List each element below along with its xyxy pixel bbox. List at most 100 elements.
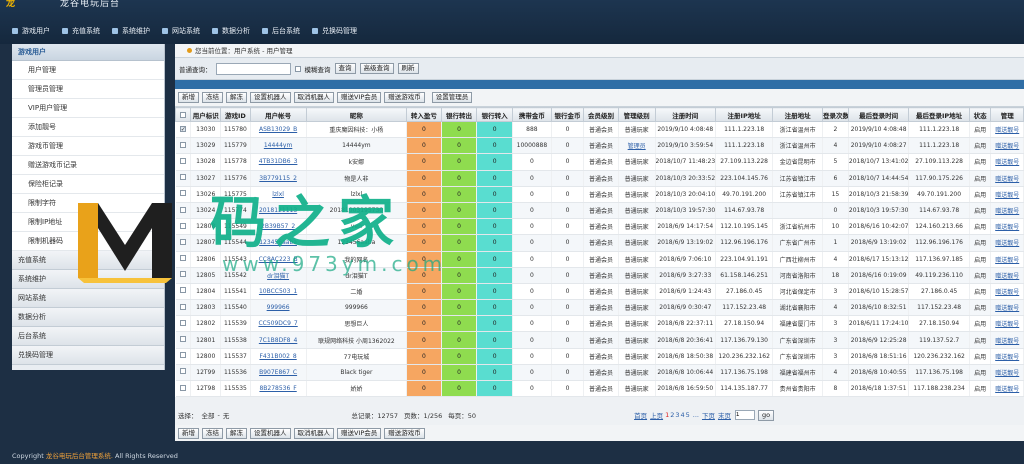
next-page-link[interactable]: 下页 [702,410,715,420]
top-nav-item[interactable]: 数据分析 [212,25,250,37]
table-cell[interactable]: 赠送靓号 [990,218,1024,236]
last-page-link[interactable]: 末页 [718,410,731,420]
first-page-link[interactable]: 首页 [634,410,647,420]
sidebar-item[interactable]: 添加靓号 [12,118,164,137]
page-jump-input[interactable] [734,410,755,420]
page-number-link[interactable]: 5 [686,411,690,419]
row-checkbox-cell[interactable] [175,364,192,382]
top-nav-item[interactable]: 游戏用户 [12,25,50,37]
top-nav-item[interactable]: 充值系统 [62,25,100,37]
row-checkbox[interactable] [179,271,186,278]
table-row[interactable]: 12T99 115536 B907E867_C Black tiger 0 0 0 0 0 普通会… [175,364,1024,382]
query-button[interactable]: 查询 [334,63,356,74]
prev-page-link[interactable]: 上页 [650,410,663,420]
table-row[interactable]: 12T98 115535 8B278536_F 娇娇 0 0 0 0 0 普通会员 普通玩家 2018… [175,380,1024,398]
sidebar-item[interactable]: 赠送游戏币记录 [12,156,164,175]
table-cell[interactable]: 赠送靓号 [990,202,1024,220]
refresh-button[interactable]: 刷新 [397,63,419,74]
table-cell[interactable]: F431B002_8 [250,348,307,365]
table-cell[interactable]: 999966 [250,299,307,317]
advanced-query-button[interactable]: 高级查询 [359,63,394,74]
table-cell[interactable]: 4TB31DB6_3 [250,153,307,171]
row-checkbox[interactable] [179,174,186,181]
sidebar-item[interactable]: 管理员管理 [12,80,164,99]
toolbar-button[interactable]: 设置机器人 [250,92,291,103]
row-checkbox-cell[interactable] [175,283,192,301]
table-cell[interactable]: 7C1B8DF8_4 [250,331,307,349]
row-checkbox[interactable] [179,255,186,262]
table-cell[interactable]: 赠送靓号 [990,251,1024,268]
more-pages-link[interactable]: ... [693,411,699,419]
row-checkbox-cell[interactable] [175,380,192,398]
row-checkbox[interactable] [179,319,186,326]
table-cell[interactable]: 赠送靓号 [990,121,1024,139]
row-checkbox[interactable] [179,141,186,148]
top-nav-item[interactable]: 网站系统 [162,25,200,37]
table-cell[interactable]: 赠送靓号 [990,186,1024,203]
row-checkbox[interactable] [179,206,186,213]
table-row[interactable]: 13028 115778 4TB31DB6_3 k安娜 0 0 0 0 0 普通会员 普通玩家 201… [175,153,1024,171]
toolbar-button[interactable]: 赠送游戏币 [384,427,425,439]
toolbar-button[interactable]: 取消机器人 [293,92,334,103]
row-checkbox[interactable] [179,157,186,164]
page-number-link[interactable]: 2 [670,411,674,419]
row-checkbox[interactable]: ✓ [179,126,186,133]
table-row[interactable]: 12800 115537 F431B002_8 77电玩城 0 0 0 0 0 普通会员 普通玩家 2… [175,348,1024,365]
toolbar-button[interactable]: 赠送游戏币 [384,92,425,103]
table-cell[interactable]: B907E867_C [250,364,307,382]
sidebar-group[interactable]: 数据分析 [12,308,164,327]
table-cell[interactable]: CC509DC9_7 [250,315,307,333]
toolbar-button[interactable]: 赠送VIP会员 [337,427,382,439]
table-cell[interactable]: 赠送靓号 [990,348,1024,365]
fuzzy-search-checkbox[interactable] [294,65,301,72]
page-number-link[interactable]: 4 [680,411,684,419]
sidebar-section-users[interactable]: 游戏用户 [12,44,164,61]
row-checkbox[interactable] [179,222,186,229]
toolbar-button[interactable]: 取消机器人 [293,427,334,439]
sidebar-group[interactable]: 兑换码管理 [12,346,164,365]
row-checkbox-cell[interactable] [175,299,192,317]
table-cell[interactable]: 赠送靓号 [990,234,1024,252]
table-cell[interactable]: 赠送靓号 [990,331,1024,349]
sidebar-item[interactable]: 游戏币管理 [12,137,164,156]
select-none-link[interactable]: 无 [223,410,230,420]
toolbar-button[interactable]: 设置机器人 [250,427,291,439]
toolbar-button[interactable]: 冻结 [202,92,223,103]
table-cell[interactable]: 赠送靓号 [990,137,1024,155]
sidebar-item[interactable]: 用户管理 [12,61,164,80]
table-row[interactable]: 13029 115779 14444ym 14444ym 0 0 0 10000888 0 普通会… [175,137,1024,155]
table-cell[interactable]: 赠送靓号 [990,380,1024,398]
table-row[interactable]: 12801 115538 7C1B8DF8_4 联规网络科技 小周1362022 0 0 0… [175,331,1024,349]
row-checkbox[interactable] [179,368,186,375]
row-checkbox-cell[interactable] [175,153,192,171]
row-checkbox-cell[interactable] [175,331,192,349]
row-checkbox[interactable] [179,190,186,197]
toolbar-button[interactable]: 新增 [178,427,199,439]
table-row[interactable]: 12804 115541 10BCC503_1 二婚 0 0 0 0 0 普通会员 普通玩家 2018… [175,283,1024,301]
row-checkbox[interactable] [179,336,186,343]
table-cell[interactable]: ASB13029_B [250,121,307,139]
row-checkbox[interactable] [179,384,186,391]
table-row[interactable]: 12802 115539 CC509DC9_7 思想巨人 0 0 0 0 0 普通会员 普通玩家 20… [175,315,1024,333]
page-number-link[interactable]: 3 [675,411,679,419]
table-row[interactable]: 12803 115540 999966 999966 0 0 0 0 0 普通会员 普通玩家 2018… [175,299,1024,317]
toolbar-button[interactable]: 解冻 [226,427,247,439]
search-input[interactable] [215,62,291,75]
row-checkbox-cell[interactable] [175,315,192,333]
table-cell[interactable]: 14444ym [250,137,307,155]
select-all-link[interactable]: 全部 [202,410,215,420]
row-checkbox[interactable] [179,287,186,294]
toolbar-button[interactable]: 赠送VIP会员 [337,92,382,103]
row-checkbox-cell[interactable]: ✓ [175,121,192,139]
table-cell[interactable]: 赠送靓号 [990,170,1024,187]
sidebar-item[interactable]: VIP用户管理 [12,99,164,118]
table-cell[interactable]: 8B278536_F [250,380,307,398]
top-nav-item[interactable]: 系统维护 [112,25,150,37]
table-cell[interactable]: 赠送靓号 [990,267,1024,284]
page-number-link[interactable]: 1 [665,411,669,419]
table-cell[interactable]: 赠送靓号 [990,299,1024,317]
row-checkbox-cell[interactable] [175,348,192,365]
go-button[interactable]: go [757,409,775,421]
table-cell[interactable]: 赠送靓号 [990,315,1024,333]
toolbar-button[interactable]: 冻结 [202,427,223,439]
